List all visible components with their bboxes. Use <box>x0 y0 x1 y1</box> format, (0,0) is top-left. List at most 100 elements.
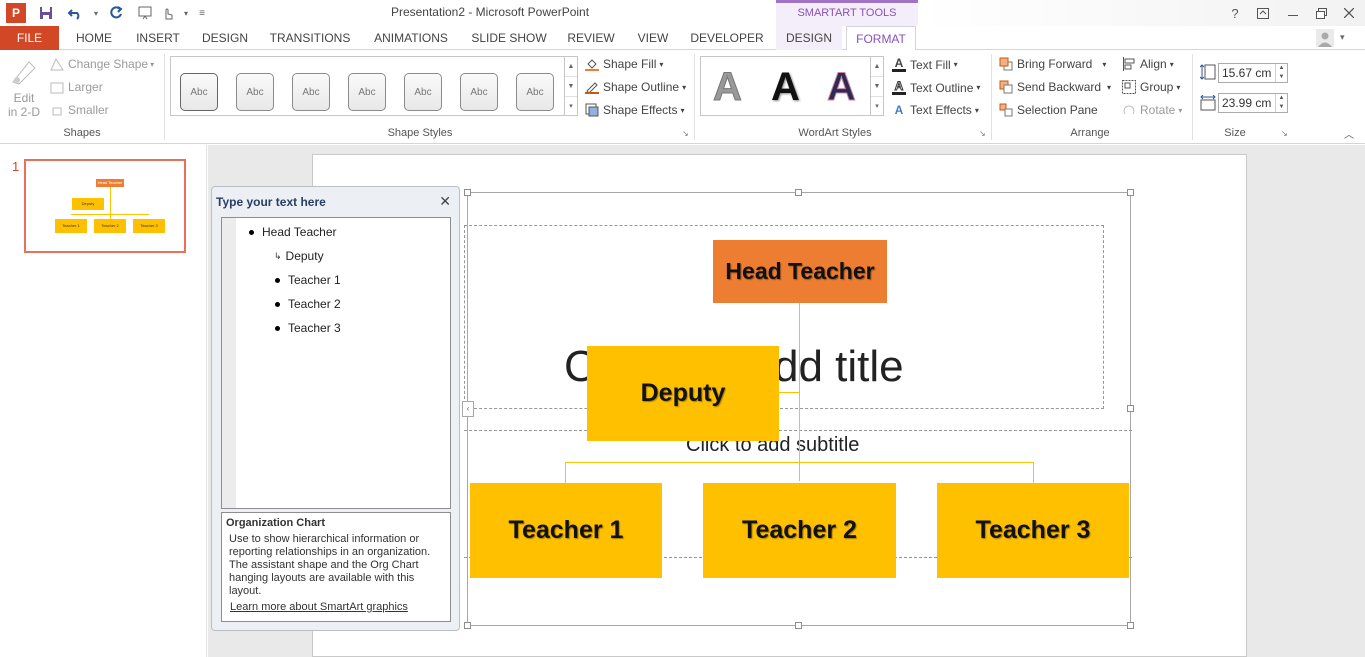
title-bar: P ▾ ▾ ≡ Presentation2 - Microsoft PowerP… <box>0 0 1365 26</box>
tab-file[interactable]: FILE <box>0 26 59 50</box>
align-button[interactable]: Align ▾ <box>1122 57 1174 71</box>
shape-styles-launcher-icon[interactable]: ↘ <box>682 129 689 138</box>
slide-thumbnail-1[interactable]: Head Teacher Deputy Teacher 1 Teacher 2 … <box>24 159 186 253</box>
tab-insert[interactable]: INSERT <box>130 26 186 50</box>
tab-smartart-design[interactable]: DESIGN <box>776 26 842 50</box>
list-item[interactable]: Teacher 2 <box>275 297 341 311</box>
org-node-report[interactable]: Teacher 1 <box>470 483 662 578</box>
tab-slide-show[interactable]: SLIDE SHOW <box>466 26 552 50</box>
org-node-assistant[interactable]: Deputy <box>587 346 779 441</box>
list-item[interactable]: Teacher 1 <box>275 273 341 287</box>
scroll-up-icon[interactable]: ▲ <box>871 57 883 77</box>
ribbon-tabs: FILE HOME INSERT DESIGN TRANSITIONS ANIM… <box>0 26 1365 51</box>
tab-review[interactable]: REVIEW <box>562 26 620 50</box>
shape-fill-button[interactable]: Shape Fill ▾ <box>585 57 663 71</box>
edit-in-2d-button[interactable]: Edit in 2-D <box>6 56 42 119</box>
restore-icon[interactable] <box>1308 2 1334 24</box>
paint-bucket-icon <box>585 57 599 71</box>
layout-description-text: Use to show hierarchical information or … <box>229 533 431 597</box>
shape-style-5[interactable]: Abc <box>404 73 442 111</box>
org-node-head[interactable]: Head Teacher <box>713 240 887 303</box>
bullet-icon <box>249 229 254 235</box>
shape-style-2[interactable]: Abc <box>236 73 274 111</box>
tab-animations[interactable]: ANIMATIONS <box>366 26 456 50</box>
separator <box>164 54 165 140</box>
list-item[interactable]: Teacher 3 <box>275 321 341 335</box>
shape-height-input[interactable]: 15.67 cm ▲ ▼ <box>1218 63 1288 83</box>
list-item[interactable]: ↳ Deputy <box>274 249 324 263</box>
shape-style-7[interactable]: Abc <box>516 73 554 111</box>
resize-handle[interactable] <box>795 622 802 629</box>
learn-more-link[interactable]: Learn more about SmartArt graphics <box>230 601 408 614</box>
height-spinner[interactable]: ▲ ▼ <box>1275 64 1287 82</box>
text-effects-button[interactable]: A Text Effects ▾ <box>892 103 979 117</box>
scroll-up-icon[interactable]: ▲ <box>565 57 577 77</box>
user-avatar[interactable] <box>1316 29 1336 47</box>
wordart-launcher-icon[interactable]: ↘ <box>979 129 986 138</box>
size-launcher-icon[interactable]: ↘ <box>1281 129 1288 138</box>
width-spinner[interactable]: ▲ ▼ <box>1275 94 1287 112</box>
tab-developer[interactable]: DEVELOPER <box>686 26 768 50</box>
text-pane-toggle-icon[interactable]: ‹ <box>462 401 474 417</box>
thumb-teacher-2: Teacher 2 <box>94 219 126 233</box>
thumb-deputy-box: Deputy <box>72 198 104 210</box>
close-window-icon[interactable] <box>1336 2 1362 24</box>
shape-styles-gallery[interactable]: Abc Abc Abc Abc Abc Abc Abc ▲ ▼ ▾ <box>170 56 578 116</box>
resize-handle[interactable] <box>464 622 471 629</box>
change-shape-button[interactable]: Change Shape ▾ <box>50 57 154 71</box>
tab-transitions[interactable]: TRANSITIONS <box>262 26 358 50</box>
wordart-style-1[interactable]: A <box>713 65 743 110</box>
text-outline-button[interactable]: A Text Outline ▾ <box>892 80 980 95</box>
shape-width-input[interactable]: 23.99 cm ▲ ▼ <box>1218 93 1288 113</box>
bullet-icon <box>275 277 280 283</box>
wordart-scroll[interactable]: ▲ ▼ ▾ <box>870 57 883 115</box>
list-item[interactable]: Head Teacher <box>249 225 337 239</box>
resize-handle[interactable] <box>1127 405 1134 412</box>
smartart-tools-context: SMARTART TOOLS <box>776 0 918 26</box>
bring-forward-button[interactable]: Bring Forward ▾ <box>999 57 1106 71</box>
smaller-button[interactable]: Smaller <box>50 103 109 117</box>
resize-handle[interactable] <box>464 189 471 196</box>
minimize-icon[interactable] <box>1280 2 1306 24</box>
text-pane-list[interactable]: Head Teacher ↳ Deputy Teacher 1 Teacher 2… <box>221 217 451 509</box>
wordart-style-2[interactable]: A <box>771 65 800 110</box>
shape-style-3[interactable]: Abc <box>292 73 330 111</box>
thumb-teacher-1: Teacher 1 <box>55 219 87 233</box>
ribbon-display-options-icon[interactable] <box>1250 2 1276 24</box>
tab-view[interactable]: VIEW <box>630 26 676 50</box>
send-backward-button[interactable]: Send Backward ▾ <box>999 80 1111 94</box>
send-backward-icon <box>999 80 1013 94</box>
tab-home[interactable]: HOME <box>66 26 122 50</box>
shape-style-1[interactable]: Abc <box>180 73 218 111</box>
group-button[interactable]: Group ▾ <box>1122 80 1180 94</box>
help-button[interactable]: ? <box>1222 2 1248 24</box>
resize-handle[interactable] <box>795 189 802 196</box>
rotate-button[interactable]: Rotate ▾ <box>1122 103 1182 117</box>
org-node-report[interactable]: Teacher 3 <box>937 483 1129 578</box>
tab-smartart-format[interactable]: FORMAT <box>846 26 916 51</box>
shape-effects-button[interactable]: Shape Effects ▾ <box>585 103 685 117</box>
close-icon[interactable]: ✕ <box>439 193 451 210</box>
list-gutter <box>222 218 236 508</box>
scroll-down-icon[interactable]: ▼ <box>871 77 883 97</box>
gallery-more-icon[interactable]: ▾ <box>565 97 577 115</box>
shape-style-6[interactable]: Abc <box>460 73 498 111</box>
wordart-gallery[interactable]: A A A ▲ ▼ ▾ <box>700 56 884 116</box>
scroll-down-icon[interactable]: ▼ <box>565 77 577 97</box>
resize-handle[interactable] <box>1127 622 1134 629</box>
separator <box>1192 54 1193 140</box>
account-dropdown-icon[interactable]: ▾ <box>1340 32 1345 43</box>
org-node-report[interactable]: Teacher 2 <box>703 483 896 578</box>
shape-style-4[interactable]: Abc <box>348 73 386 111</box>
collapse-ribbon-icon[interactable]: ︿ <box>1344 126 1354 141</box>
text-fill-button[interactable]: A Text Fill ▾ <box>892 57 958 72</box>
shape-styles-scroll[interactable]: ▲ ▼ ▾ <box>564 57 577 115</box>
gallery-more-icon[interactable]: ▾ <box>871 97 883 115</box>
selection-pane-button[interactable]: Selection Pane <box>999 103 1098 117</box>
larger-button[interactable]: Larger <box>50 80 103 94</box>
wordart-style-3[interactable]: A <box>827 65 857 110</box>
tab-design[interactable]: DESIGN <box>196 26 254 50</box>
shape-outline-button[interactable]: Shape Outline ▾ <box>585 80 686 94</box>
slide-number: 1 <box>12 159 20 174</box>
resize-handle[interactable] <box>1127 189 1134 196</box>
